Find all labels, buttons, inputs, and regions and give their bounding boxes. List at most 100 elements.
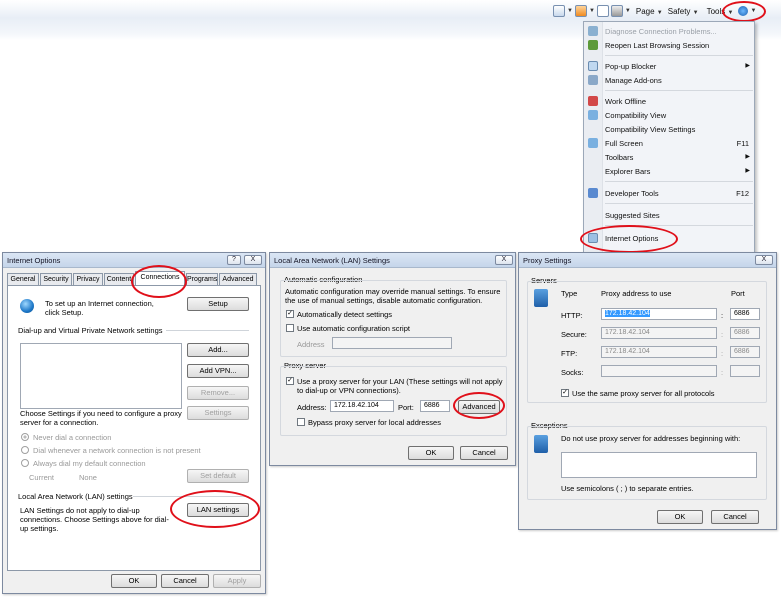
add-button[interactable]: Add...: [187, 343, 249, 357]
auto-detect-label: Automatically detect settings: [297, 310, 393, 319]
close-button[interactable]: X: [495, 255, 513, 265]
menu-item-reopen-session[interactable]: Reopen Last Browsing Session: [605, 39, 753, 52]
setup-button[interactable]: Setup: [187, 297, 249, 311]
menu-item-suggested-sites[interactable]: Suggested Sites: [605, 209, 753, 222]
annotation-circle-advanced: [453, 392, 505, 419]
cancel-button[interactable]: Cancel: [460, 446, 508, 460]
tab-advanced[interactable]: Advanced: [219, 273, 257, 285]
socks-port-input[interactable]: [730, 365, 760, 377]
http-port-input[interactable]: 6886: [730, 308, 760, 320]
col-address: Proxy address to use: [601, 289, 672, 298]
colon: :: [721, 311, 724, 320]
safety-menu-label: Safety: [667, 6, 691, 16]
menu-item-developer-tools[interactable]: Developer Tools F12: [605, 187, 753, 200]
ftp-address-input[interactable]: 172.18.42.104: [601, 346, 717, 358]
socks-address-input[interactable]: [601, 365, 717, 377]
menu-item-popup-blocker[interactable]: Pop-up Blocker ▶: [605, 60, 753, 73]
secure-port-input[interactable]: 6886: [730, 327, 760, 339]
lan-text: LAN Settings do not apply to dial-up con…: [20, 506, 169, 533]
settings-button[interactable]: Settings: [187, 406, 249, 420]
port-input[interactable]: 6886: [420, 400, 450, 412]
menu-item-label: Compatibility View: [605, 111, 667, 120]
remove-button[interactable]: Remove...: [187, 386, 249, 400]
colon: :: [721, 368, 724, 377]
radio-never-dial[interactable]: [21, 433, 29, 441]
chevron-down-icon[interactable]: ▼: [589, 8, 595, 14]
print-icon[interactable]: [610, 5, 623, 17]
use-proxy-checkbox[interactable]: ✓: [286, 377, 294, 385]
script-address-input[interactable]: [332, 337, 452, 349]
proxy-hint: Choose Settings if you need to configure…: [20, 409, 182, 427]
tab-security[interactable]: Security: [40, 273, 72, 285]
dialog-title: Internet Options: [3, 253, 265, 268]
menu-item-label: Explorer Bars: [605, 167, 651, 176]
home-icon[interactable]: [553, 5, 565, 17]
mail-icon[interactable]: [596, 5, 609, 17]
menu-item-label: Toolbars: [605, 153, 634, 162]
menu-item-compat-settings[interactable]: Compatibility View Settings: [605, 123, 753, 136]
menu-item-manage-addons[interactable]: Manage Add-ons: [605, 74, 753, 87]
tab-general[interactable]: General: [7, 273, 39, 285]
use-script-checkbox[interactable]: [286, 324, 294, 332]
current-label: Current: [29, 473, 55, 482]
safety-menu-button[interactable]: Safety ▼: [668, 7, 699, 16]
http-address-input[interactable]: 172.18.42.104: [601, 308, 717, 320]
radio-always-dial[interactable]: [21, 459, 29, 467]
menu-shortcut: F11: [736, 139, 749, 148]
menu-item-explorer-bars[interactable]: Explorer Bars ▶: [605, 165, 753, 178]
add-vpn-button[interactable]: Add VPN...: [187, 364, 249, 378]
ftp-label: FTP:: [561, 349, 578, 358]
cancel-button[interactable]: Cancel: [161, 574, 209, 588]
tab-privacy[interactable]: Privacy: [73, 273, 103, 285]
menu-item-toolbars[interactable]: Toolbars ▶: [605, 151, 753, 164]
auto-detect-checkbox[interactable]: ✓: [286, 310, 294, 318]
chevron-down-icon[interactable]: ▼: [567, 8, 573, 14]
proxy-address-label: Address:: [297, 403, 327, 412]
menu-item-work-offline[interactable]: Work Offline: [605, 95, 753, 108]
divider: [166, 330, 249, 331]
set-default-button[interactable]: Set default: [187, 469, 249, 483]
reopen-session-icon: [588, 40, 598, 50]
feeds-icon[interactable]: [574, 5, 587, 17]
same-proxy-checkbox[interactable]: ✓: [561, 389, 569, 397]
radio-whenever-dial[interactable]: [21, 446, 29, 454]
proxy-address-input[interactable]: 172.18.42.104: [330, 400, 394, 412]
secure-address-input[interactable]: 172.18.42.104: [601, 327, 717, 339]
apply-button[interactable]: Apply: [213, 574, 261, 588]
close-button[interactable]: X: [244, 255, 262, 265]
selected-text: 172.18.42.104: [605, 310, 650, 317]
ok-button[interactable]: OK: [111, 574, 157, 588]
work-offline-icon: [588, 96, 598, 106]
address-label: Address: [297, 340, 325, 349]
col-port: Port: [731, 289, 745, 298]
menu-item-diagnose[interactable]: Diagnose Connection Problems...: [605, 25, 753, 38]
ok-button[interactable]: OK: [408, 446, 454, 460]
menu-shortcut: F12: [736, 189, 749, 198]
menu-item-full-screen[interactable]: Full Screen F11: [605, 137, 753, 150]
proxy-settings-dialog: Proxy Settings X Servers Type Proxy addr…: [518, 252, 777, 530]
close-button[interactable]: X: [755, 255, 773, 265]
dialog-title: Local Area Network (LAN) Settings: [270, 253, 515, 268]
use-script-label: Use automatic configuration script: [297, 324, 410, 333]
menu-separator: [605, 55, 753, 56]
dialup-heading: Dial-up and Virtual Private Network sett…: [18, 326, 163, 335]
tab-content[interactable]: Content: [104, 273, 134, 285]
auto-config-text: Automatic configuration may override man…: [285, 287, 501, 305]
ok-button[interactable]: OK: [657, 510, 703, 524]
page-menu-label: Page: [635, 6, 655, 16]
ftp-port-input[interactable]: 6886: [730, 346, 760, 358]
help-button[interactable]: ?: [227, 255, 241, 265]
secure-label: Secure:: [561, 330, 587, 339]
page-menu-button[interactable]: Page ▼: [636, 7, 663, 16]
radio-always-label: Always dial my default connection: [33, 459, 146, 468]
bypass-checkbox[interactable]: [297, 418, 305, 426]
menu-item-label: Manage Add-ons: [605, 76, 662, 85]
exceptions-textarea[interactable]: [561, 452, 757, 478]
exceptions-icon: [534, 435, 548, 453]
tab-programs[interactable]: Programs: [186, 273, 218, 285]
lan-settings-dialog: Local Area Network (LAN) Settings X Auto…: [269, 252, 516, 466]
menu-item-compat-view[interactable]: Compatibility View: [605, 109, 753, 122]
connections-list[interactable]: [20, 343, 182, 409]
cancel-button[interactable]: Cancel: [711, 510, 759, 524]
chevron-down-icon[interactable]: ▼: [625, 8, 631, 14]
